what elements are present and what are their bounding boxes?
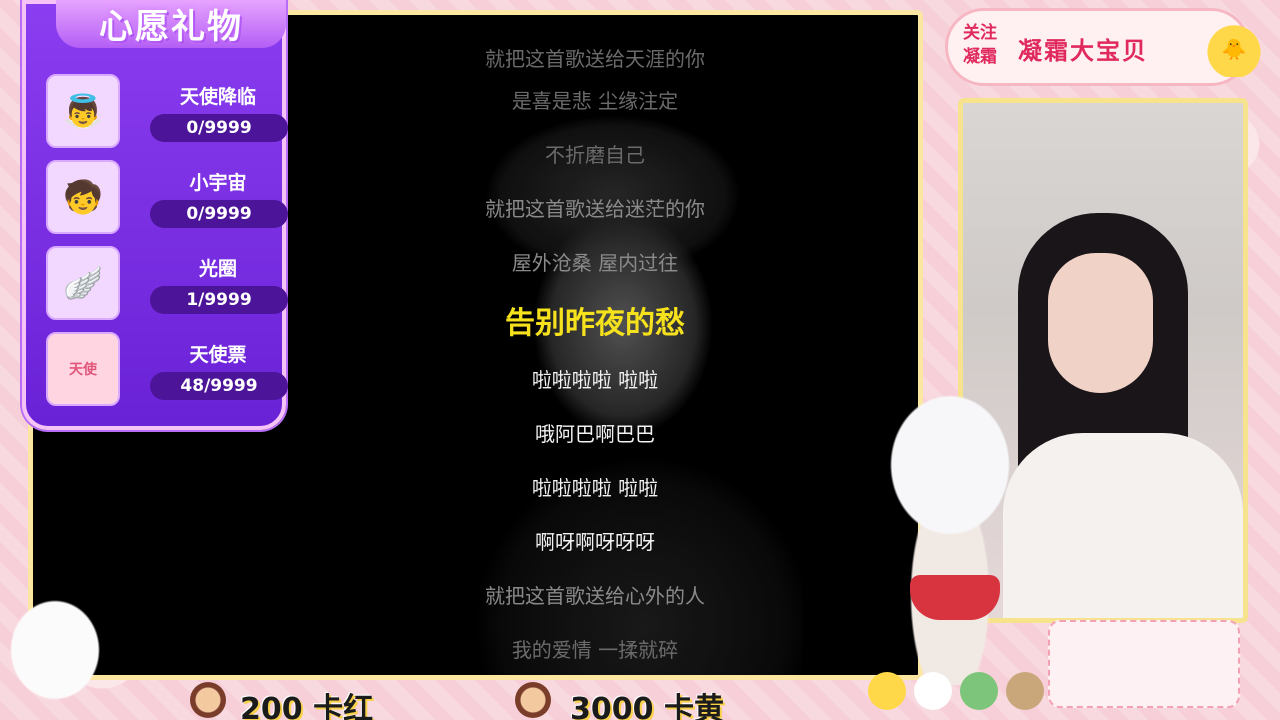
gift-name: 天使降临 [179, 86, 256, 108]
angel-avatar-icon: 👼 [46, 74, 120, 148]
gift-item-angel-ticket[interactable]: 天使 天使票 48/9999 [46, 332, 288, 406]
lyric-line: 屋外沧桑 屋内过往 [511, 251, 679, 275]
ghost-icon [914, 672, 952, 710]
follow-tag[interactable]: 关注凝霜 [956, 21, 1004, 73]
lyric-line: 啊呀啊呀呀呀 [535, 530, 655, 554]
gift-name: 小宇宙 [189, 172, 247, 194]
gift-progress: 0/9999 [150, 200, 288, 228]
lyric-line: 不折磨自己 [545, 143, 645, 167]
gift-progress: 48/9999 [150, 372, 288, 400]
wish-panel-title: 心愿礼物 [56, 0, 286, 48]
bunny-mascot [0, 560, 110, 720]
gift-item-halo[interactable]: 🪽 光圈 1/9999 [46, 246, 288, 320]
gift-name: 天使票 [189, 344, 247, 366]
chick-icon [868, 672, 906, 710]
lyric-line: 我的爱情 一揉就碎 [511, 638, 679, 662]
bottom-price-bar: 200 卡红 3000 卡黄 [180, 682, 900, 720]
lyric-line: 就把这首歌送给天涯的你 [485, 47, 705, 71]
avatar-coin-icon [190, 682, 226, 718]
chick-mascot-icon: 🐥 [1206, 21, 1262, 77]
gift-progress: 1/9999 [150, 286, 288, 314]
gift-progress: 0/9999 [150, 114, 288, 142]
streamer-name: 凝霜大宝贝 [1018, 37, 1148, 65]
mascot-dots [868, 672, 1048, 718]
wish-gift-panel: 心愿礼物 👼 天使降临 0/9999 🧒 小宇宙 0/9999 🪽 光圈 1/9… [22, 0, 288, 430]
lyric-line: 是喜是悲 尘缘注定 [511, 89, 679, 113]
chat-box [1048, 620, 1240, 708]
lyric-line-current: 告别昨夜的愁 [505, 306, 685, 341]
lyric-line: 啦啦啦啦 啦啦 [531, 476, 659, 500]
lyric-line: 就把这首歌送给心外的人 [485, 584, 705, 608]
streamer-face [1048, 253, 1153, 393]
lyric-line: 就把这首歌送给迷茫的你 [485, 197, 705, 221]
streamer-badge: 关注凝霜 凝霜大宝贝 🐥 [945, 8, 1262, 86]
halo-wings-icon: 🪽 [46, 246, 120, 320]
price-label-yellow: 3000 卡黄 [570, 692, 724, 720]
bear-icon [1006, 672, 1044, 710]
gift-name: 光圈 [198, 258, 237, 280]
lyric-line: 啦啦啦啦 啦啦 [531, 368, 659, 392]
cat-girl-mascot [850, 395, 1050, 685]
cosmos-avatar-icon: 🧒 [46, 160, 120, 234]
angel-ticket-icon: 天使 [46, 332, 120, 406]
avatar-coin-icon [515, 682, 551, 718]
gift-item-cosmos[interactable]: 🧒 小宇宙 0/9999 [46, 160, 288, 234]
price-label-red: 200 卡红 [240, 692, 374, 720]
frog-icon [960, 672, 998, 710]
mascot-skirt [910, 575, 1000, 620]
lyric-line: 哦阿巴啊巴巴 [535, 422, 655, 446]
gift-item-angel[interactable]: 👼 天使降临 0/9999 [46, 74, 288, 148]
